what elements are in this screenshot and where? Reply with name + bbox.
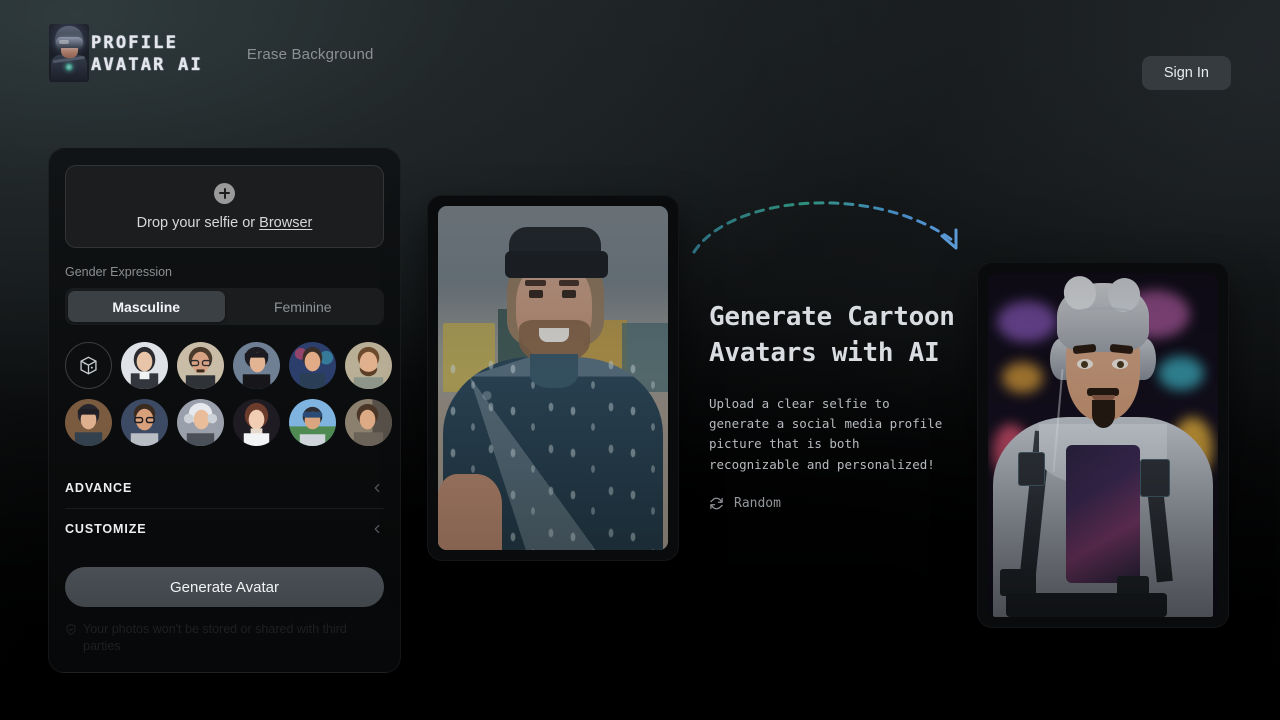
nav-erase-background[interactable]: Erase Background [247,46,374,63]
top-header: PROFILE AVATAR AI Erase Background Sign … [0,0,1280,122]
source-photo-image [438,206,668,550]
chevron-left-icon [370,522,384,536]
sign-in-button[interactable]: Sign In [1142,56,1231,90]
avatar-style-3[interactable] [233,342,280,389]
gender-expression-label: Gender Expression [65,265,384,279]
avatar-style-5[interactable] [345,342,392,389]
dropzone-prefix: Drop your selfie or [137,215,260,231]
accordion-advance-label: ADVANCE [65,481,132,495]
source-photo-card[interactable] [427,195,679,561]
privacy-notice: Your photos won't be stored or shared wi… [65,621,370,654]
dice-cube-icon [78,355,99,376]
random-label: Random [734,496,781,511]
app-root: PROFILE AVATAR AI Erase Background Sign … [0,0,1280,720]
upload-dropzone[interactable]: Drop your selfie or Browser [65,165,384,248]
page-title: Generate Cartoon Avatars with AI [709,300,957,372]
gender-expression-toggle: Masculine Feminine [65,288,384,325]
accordion-customize-label: CUSTOMIZE [65,522,146,536]
avatar-style-1[interactable] [121,342,168,389]
cyber-avatar-logo-icon [49,24,89,82]
transform-arrow [686,178,976,268]
avatar-style-11[interactable] [345,399,392,446]
chevron-left-icon [370,481,384,495]
gender-option-masculine[interactable]: Masculine [68,291,225,322]
generated-avatar-card[interactable] [977,262,1229,628]
avatar-style-10[interactable] [289,399,336,446]
accordion-list: ADVANCE CUSTOMIZE [65,467,384,549]
shield-check-icon [65,623,77,636]
accordion-advance[interactable]: ADVANCE [65,467,384,508]
avatar-style-9[interactable] [233,399,280,446]
random-button[interactable]: Random [709,496,781,511]
avatar-style-random[interactable] [65,342,112,389]
logo-line-2: AVATAR AI [91,57,203,74]
dropzone-text: Drop your selfie or Browser [137,215,313,231]
hero-section: Generate Cartoon Avatars with AI Upload … [709,300,957,516]
avatar-style-4[interactable] [289,342,336,389]
hero-description: Upload a clear selfie to generate a soci… [709,394,957,475]
brand-logo[interactable]: PROFILE AVATAR AI [49,24,203,82]
plus-circle-icon [214,183,235,204]
avatar-style-7[interactable] [121,399,168,446]
privacy-notice-text: Your photos won't be stored or shared wi… [83,621,370,654]
generate-avatar-button[interactable]: Generate Avatar [65,567,384,607]
gender-option-feminine[interactable]: Feminine [225,291,382,322]
accordion-customize[interactable]: CUSTOMIZE [65,508,384,549]
control-panel: Drop your selfie or Browser Gender Expre… [48,148,401,673]
generated-avatar-image [988,273,1218,617]
avatar-style-6[interactable] [65,399,112,446]
logo-line-1: PROFILE [91,35,203,52]
refresh-icon [709,496,724,511]
avatar-style-2[interactable] [177,342,224,389]
browse-link[interactable]: Browser [259,215,312,231]
avatar-style-8[interactable] [177,399,224,446]
brand-logo-text: PROFILE AVATAR AI [91,35,203,74]
avatar-style-grid [65,342,384,446]
